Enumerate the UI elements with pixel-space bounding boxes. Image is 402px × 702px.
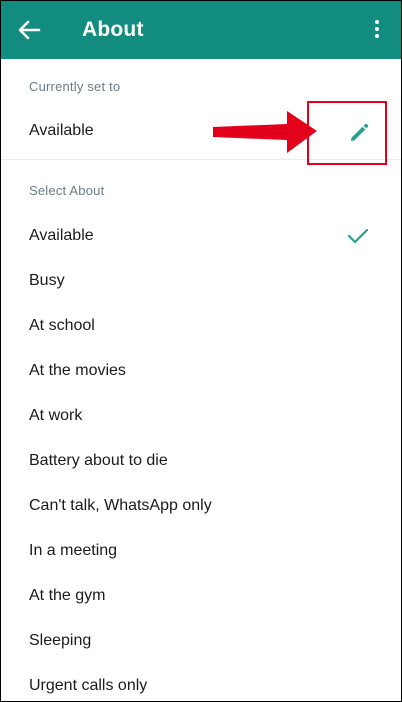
select-section-label: Select About xyxy=(29,183,105,198)
check-icon xyxy=(347,228,369,244)
list-item[interactable]: Battery about to die xyxy=(1,438,401,483)
current-section-label: Currently set to xyxy=(29,79,121,94)
list-item-label: At school xyxy=(29,317,95,334)
list-item-label: Sleeping xyxy=(29,632,92,649)
more-vert-icon xyxy=(367,20,387,38)
list-item[interactable]: At the movies xyxy=(1,348,401,393)
list-item[interactable]: At school xyxy=(1,303,401,348)
list-item-label: At work xyxy=(29,407,83,424)
list-item-label: At the gym xyxy=(29,587,106,604)
list-item-label: Can't talk, WhatsApp only xyxy=(29,497,212,514)
list-item-label: Battery about to die xyxy=(29,452,168,469)
back-button[interactable] xyxy=(15,17,43,43)
app-bar: About xyxy=(1,1,401,59)
annotation-highlight-box xyxy=(307,101,387,165)
page-title: About xyxy=(82,18,144,41)
list-item-label: In a meeting xyxy=(29,542,118,559)
list-item[interactable]: At the gym xyxy=(1,573,401,618)
current-about-value: Available xyxy=(29,122,94,139)
about-options-list: Available Busy At school At the movies A… xyxy=(1,213,401,701)
list-item-label: Busy xyxy=(29,272,65,289)
list-item-label: At the movies xyxy=(29,362,126,379)
arrow-back-icon xyxy=(18,20,41,40)
list-item[interactable]: Can't talk, WhatsApp only xyxy=(1,483,401,528)
annotation-arrow-icon xyxy=(213,111,317,153)
app-frame: About Currently set to Available Select … xyxy=(0,0,402,702)
list-item[interactable]: At work xyxy=(1,393,401,438)
list-item[interactable]: Sleeping xyxy=(1,618,401,663)
list-item-label: Available xyxy=(29,227,94,244)
list-item[interactable]: Available xyxy=(1,213,401,258)
list-item[interactable]: Busy xyxy=(1,258,401,303)
list-item[interactable]: In a meeting xyxy=(1,528,401,573)
list-item-label: Urgent calls only xyxy=(29,677,148,694)
list-item[interactable]: Urgent calls only xyxy=(1,663,401,701)
more-options-button[interactable] xyxy=(367,18,387,44)
